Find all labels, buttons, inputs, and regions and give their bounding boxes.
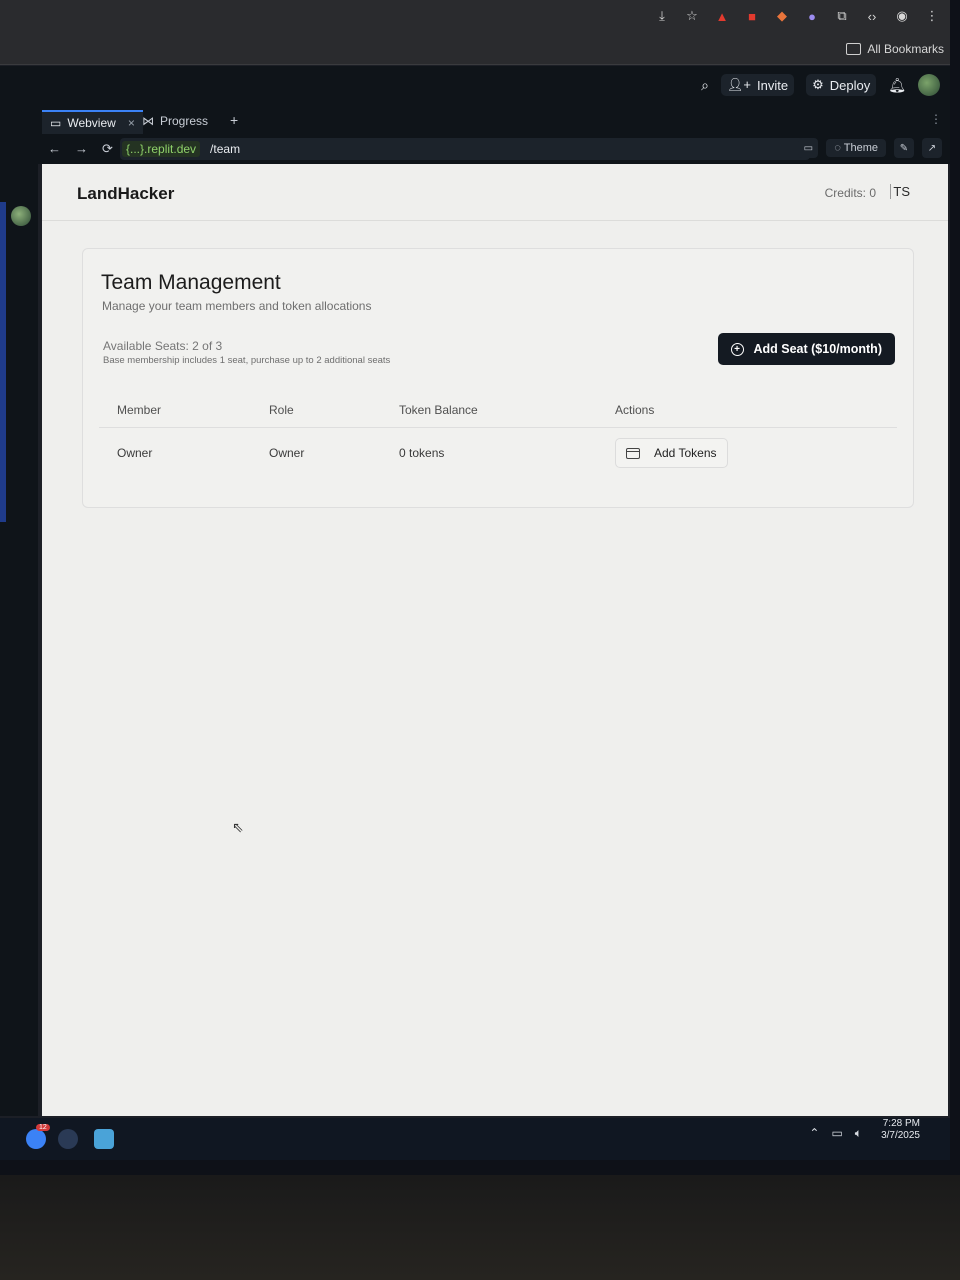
palette-icon: ◌	[834, 142, 844, 154]
page-subtitle: Manage your team members and token alloc…	[102, 299, 372, 313]
devtools-icon[interactable]: ‹›	[862, 6, 882, 26]
system-tray: ⌃ ▭ 🔈︎	[809, 1126, 862, 1141]
device-preview-icon[interactable]: ▭	[798, 138, 819, 158]
table-header: Member Role Token Balance Actions	[99, 389, 897, 428]
clock-time: 7:28 PM	[882, 1118, 920, 1129]
browser-menu-icon[interactable]: ⋮	[922, 6, 942, 26]
more-icon[interactable]: ⋮	[930, 112, 942, 126]
screen: ⤓ ☆ ▲ ■ ◆ ● ⧉ ‹› ◉ ⋮ All Bookmarks ⌕ 👤︎+…	[0, 0, 950, 1160]
profile-icon[interactable]: ◉	[892, 6, 912, 26]
credit-card-icon	[626, 447, 640, 459]
taskbar-app-notepad-icon[interactable]	[94, 1129, 114, 1149]
app-header: LandHacker Credits: 0 TS	[42, 164, 948, 221]
url-path: /team	[210, 142, 241, 156]
table-row: Owner Owner 0 tokens Add Tokens	[99, 428, 897, 478]
volume-icon[interactable]: 🔈︎	[855, 1126, 862, 1141]
sidebar-accent-bar	[0, 202, 6, 522]
add-seat-button[interactable]: + Add Seat ($10/month)	[717, 333, 895, 365]
team-table: Member Role Token Balance Actions Owner …	[99, 389, 897, 478]
plus-circle-icon: +	[730, 342, 744, 356]
column-header-token-balance: Token Balance	[399, 403, 478, 417]
bookmark-star-icon[interactable]: ☆	[682, 6, 702, 26]
forward-arrow-icon[interactable]: →	[75, 141, 88, 157]
webview-urlbar: ← → ⟳ {...}.replit.dev /team ▭ ◌ Theme ✎…	[38, 134, 950, 164]
theme-button[interactable]: ◌ Theme	[826, 139, 886, 157]
tab-label: Progress	[160, 114, 209, 128]
avatar[interactable]	[918, 74, 940, 96]
bell-icon[interactable]: 🔔︎	[888, 77, 906, 94]
browser-toolbar: ⤓ ☆ ▲ ■ ◆ ● ⧉ ‹› ◉ ⋮	[0, 0, 950, 34]
taskbar-app-discord-icon[interactable]	[26, 1129, 46, 1149]
search-icon[interactable]: ⌕	[701, 77, 709, 94]
all-bookmarks-label: All Bookmarks	[867, 42, 944, 56]
network-icon[interactable]: ▭	[831, 1126, 842, 1141]
add-seat-label: Add Seat ($10/month)	[753, 342, 883, 356]
brand-logo[interactable]: LandHacker	[77, 184, 174, 204]
invite-label: Invite	[757, 77, 789, 93]
replit-header: ⌕ 👤︎+ Invite ⚙︎ Deploy 🔔︎	[0, 66, 950, 106]
page-title: Team Management	[101, 271, 281, 294]
extensions-puzzle-icon[interactable]: ⧉	[832, 6, 852, 26]
install-app-icon[interactable]: ⤓	[652, 6, 672, 26]
url-input[interactable]: {...}.replit.dev /team	[120, 138, 810, 160]
left-sidebar	[0, 106, 38, 1116]
chevron-up-icon[interactable]: ⌃	[809, 1126, 819, 1141]
deploy-label: Deploy	[829, 77, 871, 93]
extension-icons: ⤓ ☆ ▲ ■ ◆ ● ⧉ ‹› ◉ ⋮	[652, 6, 942, 26]
available-seats: Available Seats: 2 of 3	[103, 339, 223, 353]
tab-webview[interactable]: ▭ Webview ×	[42, 110, 143, 134]
user-menu[interactable]: TS	[890, 184, 910, 199]
deploy-button[interactable]: ⚙︎ Deploy	[806, 74, 877, 96]
taskbar: 12 ⌃ ▭ 🔈︎ 7:28 PM 3/7/2025	[0, 1118, 950, 1160]
tab-progress[interactable]: ⋈ Progress	[134, 110, 216, 132]
credits-label: Credits: 0	[824, 186, 876, 200]
add-tokens-label: Add Tokens	[654, 446, 717, 460]
workspace-tabs: ▭ Webview × ⋈ Progress + ⋮	[38, 106, 950, 135]
seats-note: Base membership includes 1 seat, purchas…	[103, 355, 391, 366]
taskbar-app-steam-icon[interactable]	[58, 1129, 78, 1149]
extension-orange-icon[interactable]: ◆	[772, 6, 792, 26]
column-header-role: Role	[269, 403, 294, 417]
token-balance-cell: 0 tokens	[399, 446, 445, 460]
url-host: {...}.replit.dev	[122, 141, 201, 157]
add-tokens-button[interactable]: Add Tokens	[615, 438, 728, 468]
member-cell: Owner	[117, 446, 153, 460]
role-cell: Owner	[269, 446, 305, 460]
clock[interactable]: 7:28 PM 3/7/2025	[881, 1118, 920, 1142]
team-management-card: Team Management Manage your team members…	[82, 248, 914, 508]
back-arrow-icon[interactable]: ←	[48, 141, 61, 157]
sidebar-avatar[interactable]	[11, 206, 31, 226]
extension-purple-icon[interactable]: ●	[802, 6, 822, 26]
open-external-icon[interactable]: ↗	[922, 138, 942, 158]
progress-icon: ⋈	[142, 114, 154, 128]
new-tab-plus-icon[interactable]: +	[230, 112, 238, 128]
extension-red-icon[interactable]: ■	[742, 6, 762, 26]
theme-label: Theme	[843, 142, 878, 154]
column-header-member: Member	[117, 403, 162, 417]
add-person-icon: 👤︎+	[726, 77, 752, 92]
invite-button[interactable]: 👤︎+ Invite	[720, 74, 795, 96]
monitor-icon: ▭	[50, 116, 62, 130]
column-header-actions: Actions	[615, 403, 655, 417]
tab-label: Webview	[67, 116, 116, 130]
pdf-extension-icon[interactable]: ▲	[712, 6, 732, 26]
desk-background	[0, 1175, 960, 1280]
reload-icon[interactable]: ⟳	[102, 141, 113, 157]
bookmarks-bar: All Bookmarks	[0, 34, 950, 65]
folder-icon	[846, 43, 862, 55]
devtools-wrench-icon[interactable]: ✎	[894, 138, 914, 158]
webview-page: LandHacker Credits: 0 TS Team Management…	[42, 164, 948, 1116]
mouse-cursor-icon: ⇖	[232, 819, 244, 835]
notification-badge: 12	[36, 1124, 50, 1131]
all-bookmarks-button[interactable]: All Bookmarks	[846, 42, 944, 56]
clock-date: 3/7/2025	[881, 1130, 920, 1141]
deploy-icon: ⚙︎	[812, 77, 824, 92]
